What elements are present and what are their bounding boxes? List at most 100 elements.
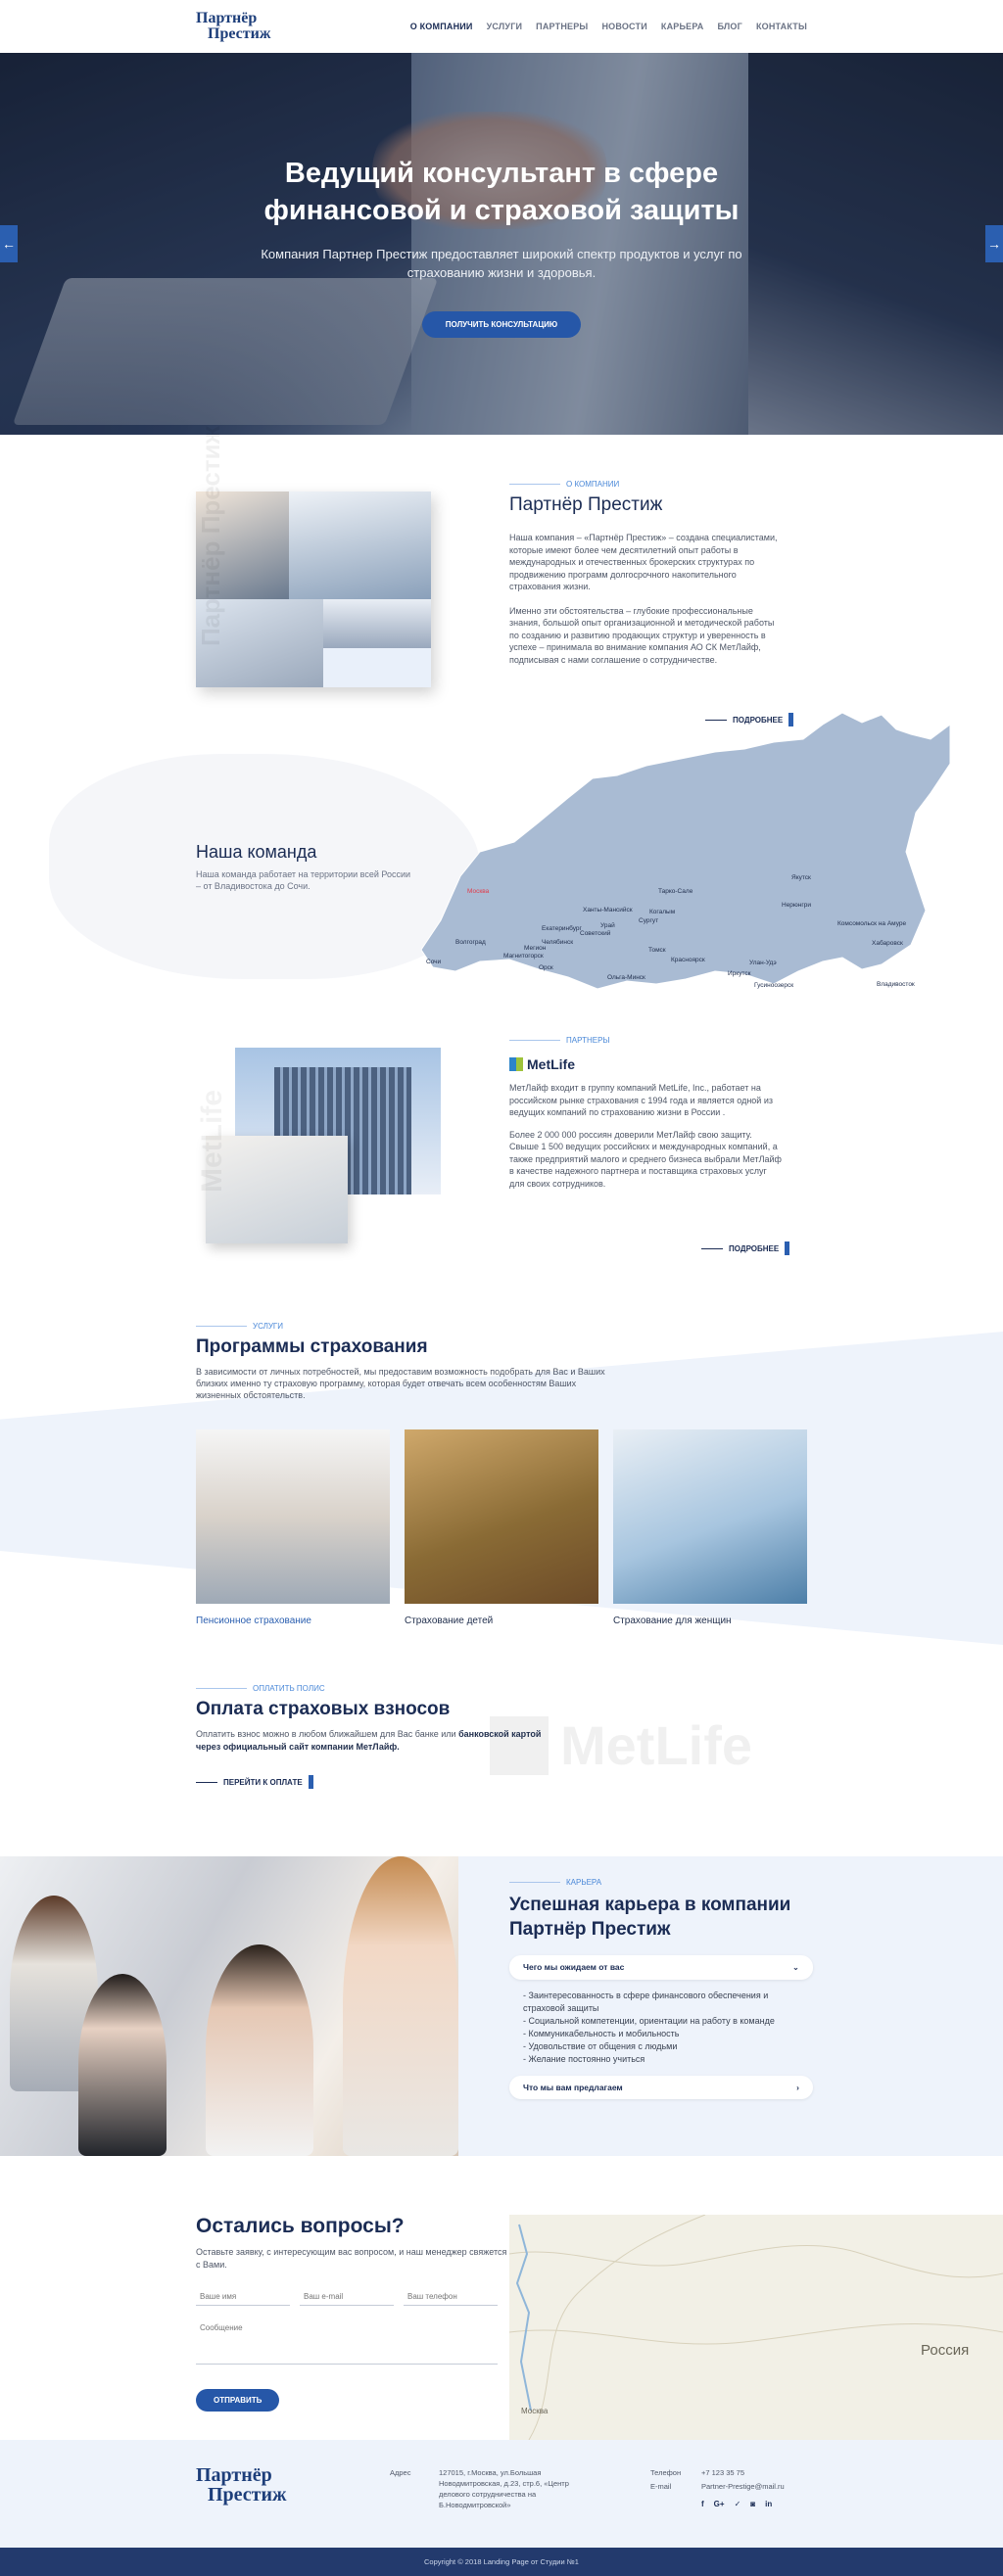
program-card[interactable]: Пенсионное страхование bbox=[196, 1429, 390, 1626]
program-card-caption: Страхование детей bbox=[405, 1616, 494, 1626]
city-label: Советский bbox=[580, 929, 611, 937]
payment-section: MetLife ОПЛАТИТЬ ПОЛИС Оплата страховых … bbox=[0, 1684, 1003, 1811]
logo-line1: Партнёр bbox=[196, 10, 258, 26]
city-label: Сочи bbox=[426, 959, 442, 965]
logo[interactable]: Партнёр Престиж bbox=[196, 11, 270, 42]
city-label: Ольга-Минск bbox=[607, 974, 645, 981]
google-plus-icon[interactable]: G+ bbox=[714, 2499, 725, 2509]
about-text-block: О КОМПАНИИ Партнёр Престиж Наша компания… bbox=[509, 480, 784, 725]
contact-title: Остались вопросы? bbox=[196, 2215, 405, 2237]
program-card[interactable]: Страхование детей bbox=[405, 1429, 598, 1626]
partners-label: ПАРТНЕРЫ bbox=[509, 1036, 784, 1045]
name-input[interactable] bbox=[196, 2288, 290, 2306]
nav-blog[interactable]: БЛОГ bbox=[717, 22, 741, 31]
program-card-image bbox=[405, 1429, 598, 1604]
payment-text-start: Оплатить взнос можно в любом ближайшем д… bbox=[196, 1729, 459, 1739]
nav-services[interactable]: УСЛУГИ bbox=[487, 22, 523, 31]
linkedin-icon[interactable]: in bbox=[765, 2499, 772, 2509]
career-person-4 bbox=[343, 1856, 458, 2156]
map-label-country: Россия bbox=[921, 2342, 970, 2359]
list-item: - Социальной компетенции, ориентации на … bbox=[523, 2016, 775, 2026]
city-label: Якутск bbox=[791, 874, 811, 881]
city-label: Москва bbox=[467, 888, 490, 895]
payment-link[interactable]: ПЕРЕЙТИ К ОПЛАТЕ bbox=[196, 1775, 568, 1789]
career-title: Успешная карьера в компании Партнёр Прес… bbox=[509, 1895, 791, 1940]
career-content: КАРЬЕРА Успешная карьера в компании Парт… bbox=[509, 1878, 813, 2099]
about-label: О КОМПАНИИ bbox=[509, 480, 784, 489]
collage-photo-2 bbox=[289, 492, 431, 599]
city-label: Хабаровск bbox=[872, 939, 903, 947]
nav-news[interactable]: НОВОСТИ bbox=[601, 22, 646, 31]
map-road bbox=[509, 2322, 1003, 2345]
partners-more-link[interactable]: ПОДРОБНЕЕ bbox=[701, 1241, 789, 1255]
contact-form: Остались вопросы? Оставьте заявку, с инт… bbox=[196, 2215, 509, 2412]
city-label: Красноярск bbox=[671, 957, 705, 963]
metlife-logo-icon bbox=[509, 1057, 523, 1071]
contact-inputs bbox=[196, 2288, 509, 2306]
city-label: Магнитогорск bbox=[503, 953, 544, 960]
career-person-2 bbox=[78, 1974, 167, 2156]
team-section: Москва Таркo-Сале Якутск Нерюнгри Ханты-… bbox=[0, 705, 1003, 1018]
payment-title: Оплата страховых взносов bbox=[196, 1699, 451, 1719]
vk-icon[interactable]: ✓ bbox=[735, 2499, 741, 2509]
partners-paragraph-1: МетЛайф входит в группу компаний MetLife… bbox=[509, 1083, 773, 1117]
career-person-3 bbox=[206, 1944, 313, 2156]
email-input[interactable] bbox=[300, 2288, 394, 2306]
team-description: Наша команда работает на территории всей… bbox=[196, 869, 411, 891]
hero-content: Ведущий консультант в сфере финансовой и… bbox=[0, 155, 1003, 338]
metlife-logo: MetLife bbox=[509, 1056, 784, 1072]
phone-input[interactable] bbox=[404, 2288, 498, 2306]
city-label: Волгоград bbox=[455, 939, 486, 946]
contact-section: Остались вопросы? Оставьте заявку, с инт… bbox=[0, 2215, 1003, 2440]
career-label: КАРЬЕРА bbox=[509, 1878, 813, 1887]
russia-map: Москва Таркo-Сале Якутск Нерюнгри Ханты-… bbox=[421, 712, 950, 990]
nav-partners[interactable]: ПАРТНЕРЫ bbox=[536, 22, 588, 31]
city-label: Томск bbox=[648, 947, 666, 954]
city-label: Иркутск bbox=[728, 970, 751, 977]
map-road bbox=[509, 2244, 1003, 2278]
send-button[interactable]: ОТПРАВИТЬ bbox=[196, 2389, 280, 2412]
nav-contacts[interactable]: КОНТАКТЫ bbox=[756, 22, 807, 31]
metlife-watermark-text: MetLife bbox=[560, 1714, 752, 1776]
programs-description: В зависимости от личных потребностей, мы… bbox=[196, 1367, 605, 1400]
about-paragraph-1: Наша компания – «Партнёр Престиж» – созд… bbox=[509, 533, 778, 591]
list-item: - Коммуникабельность и мобильность bbox=[523, 2029, 680, 2038]
about-vertical-watermark: Партнёр Престиж bbox=[196, 426, 225, 646]
nav-about[interactable]: О КОМПАНИИ bbox=[410, 22, 473, 31]
russia-map-shape bbox=[421, 712, 950, 990]
metlife-logo-text: MetLife bbox=[527, 1056, 575, 1072]
about-paragraph-2: Именно эти обстоятельства – глубокие про… bbox=[509, 605, 775, 665]
hero-slider: ← → Ведущий консультант в сфере финансов… bbox=[0, 53, 1003, 435]
list-item: - Удовольствие от общения с людьми bbox=[523, 2041, 678, 2051]
city-label: Таркo-Сале bbox=[658, 888, 693, 895]
accordion-offers[interactable]: Что мы вам предлагаем › bbox=[509, 2076, 813, 2099]
footer-logo[interactable]: Партнёр Престиж bbox=[196, 2465, 287, 2505]
main-nav: О КОМПАНИИ УСЛУГИ ПАРТНЕРЫ НОВОСТИ КАРЬЕ… bbox=[410, 22, 807, 31]
consultation-button[interactable]: ПОЛУЧИТЬ КОНСУЛЬТАЦИЮ bbox=[421, 311, 582, 338]
message-input[interactable] bbox=[196, 2319, 498, 2365]
program-cards: Пенсионное страхование Страхование детей… bbox=[196, 1429, 807, 1626]
nav-career[interactable]: КАРЬЕРА bbox=[661, 22, 704, 31]
program-card-caption: Страхование для женщин bbox=[613, 1616, 732, 1626]
contact-map[interactable]: Россия Москва bbox=[509, 2215, 1003, 2440]
city-label: Ханты-Мансийск bbox=[583, 906, 633, 913]
chevron-down-icon: ⌄ bbox=[791, 1962, 799, 1972]
accordion-expectations[interactable]: Чего мы ожидаем от вас ⌄ bbox=[509, 1955, 813, 1980]
facebook-icon[interactable]: f bbox=[701, 2499, 704, 2509]
contact-map-roads bbox=[509, 2215, 1003, 2440]
city-label: Нерюнгри bbox=[782, 902, 811, 909]
hero-title: Ведущий консультант в сфере финансовой и… bbox=[263, 158, 740, 226]
partners-paragraph-2: Более 2 000 000 россиян доверили МетЛайф… bbox=[509, 1129, 782, 1189]
city-label: Комсомольск на Амуре bbox=[837, 920, 907, 927]
instagram-icon[interactable]: ◙ bbox=[750, 2499, 755, 2509]
program-card[interactable]: Страхование для женщин bbox=[613, 1429, 807, 1626]
accordion-expectations-title: Чего мы ожидаем от вас bbox=[523, 1962, 625, 1972]
city-label: Гусиноозерск bbox=[754, 982, 793, 989]
career-team-image bbox=[0, 1856, 458, 2156]
footer-email[interactable]: Partner-Prestige@mail.ru bbox=[701, 2481, 785, 2492]
city-label: Сургут bbox=[639, 917, 658, 924]
program-card-caption: Пенсионное страхование bbox=[196, 1616, 311, 1626]
logo-line2: Престиж bbox=[208, 25, 271, 42]
footer-phone[interactable]: +7 123 35 75 bbox=[701, 2467, 744, 2478]
hero-subtitle: Компания Партнер Престиж предоставляет ш… bbox=[261, 247, 742, 280]
